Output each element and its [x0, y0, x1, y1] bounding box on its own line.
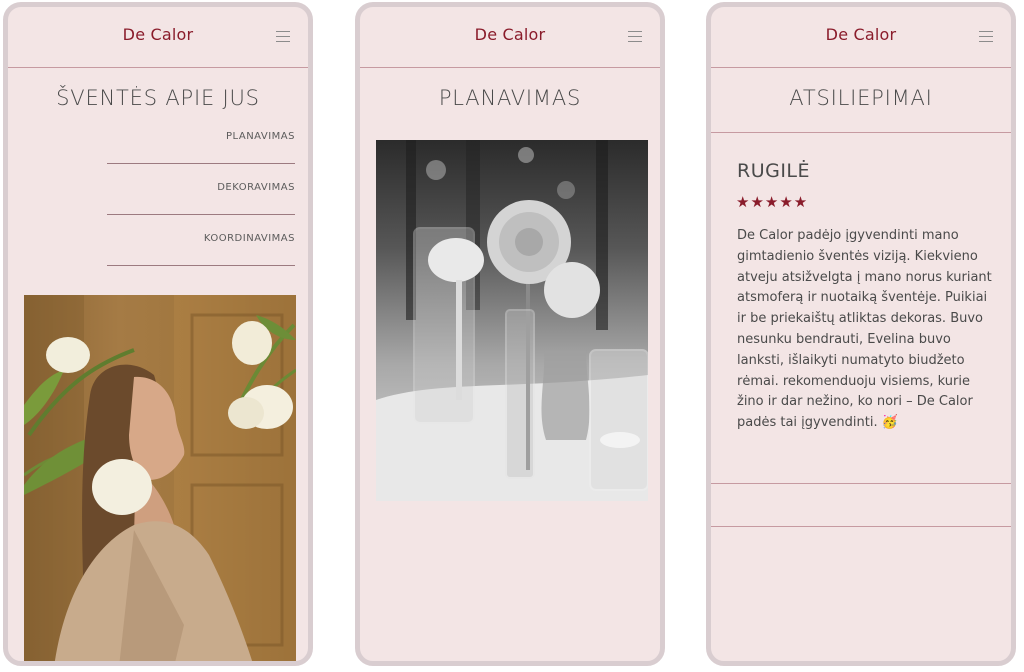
menu-item-koordinavimas[interactable]: KOORDINAVIMAS — [107, 215, 295, 266]
menu-item-label: DEKORAVIMAS — [217, 182, 295, 193]
brand-logo[interactable]: De Calor — [711, 25, 1011, 44]
section-divider — [711, 132, 1011, 133]
hamburger-menu-icon[interactable] — [628, 31, 642, 42]
brand-logo[interactable]: De Calor — [8, 25, 308, 44]
menu-item-planavimas[interactable]: PLANAVIMAS — [107, 113, 295, 164]
menu-item-label: KOORDINAVIMAS — [203, 233, 295, 244]
woman-with-tulips-photo — [24, 295, 296, 661]
section-title: PLANAVIMAS — [438, 86, 582, 110]
brand-logo[interactable]: De Calor — [360, 25, 660, 44]
hamburger-menu-icon[interactable] — [979, 31, 993, 42]
phone-screen-planning: De Calor PLANAVIMAS — [355, 2, 665, 666]
section-divider — [711, 483, 1011, 484]
menu-item-dekoravimas[interactable]: DEKORAVIMAS — [107, 164, 295, 215]
section-divider — [711, 526, 1011, 527]
phone-screen-services: De Calor ŠVENTĖS APIE JUS PLANAVIMAS DEK… — [3, 2, 313, 666]
reviewer-name: RUGILĖ — [737, 160, 811, 182]
section-title: ATSILIEPIMAI — [789, 86, 933, 110]
phone-screen-reviews: De Calor ATSILIEPIMAI RUGILĖ ★★★★★ De Ca… — [706, 2, 1016, 666]
section-title: ŠVENTĖS APIE JUS — [56, 86, 260, 110]
hamburger-menu-icon[interactable] — [276, 31, 290, 42]
site-header: De Calor — [8, 7, 308, 68]
star-rating: ★★★★★ — [736, 193, 809, 211]
site-header: De Calor — [711, 7, 1011, 68]
review-text: De Calor padėjo įgyvendinti mano gimtadi… — [737, 228, 992, 431]
site-header: De Calor — [360, 7, 660, 68]
flower-vases-photo — [376, 140, 648, 501]
menu-item-label: PLANAVIMAS — [226, 131, 295, 142]
